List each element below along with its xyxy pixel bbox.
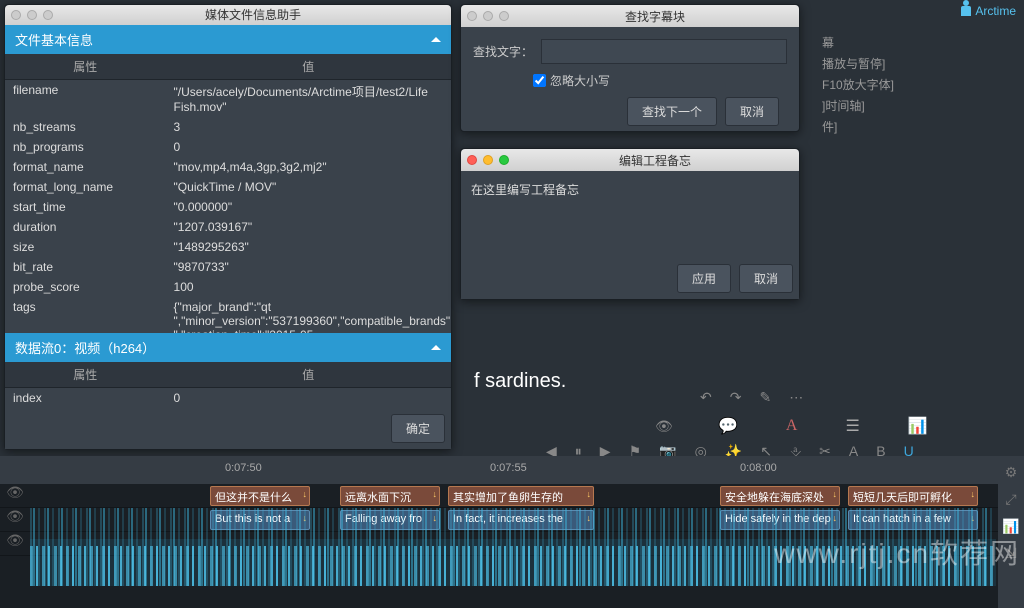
subtitle-clip[interactable]: 其实增加了鱼卵生存的↓: [448, 486, 594, 506]
redo-icon[interactable]: ↶: [700, 389, 712, 406]
table-row: probe_score100: [5, 277, 451, 297]
project-memo-window: 编辑工程备忘 在这里编写工程备忘 应用 取消: [460, 148, 800, 300]
minimize-icon[interactable]: [483, 11, 493, 21]
column-header: 属性 值: [5, 54, 451, 80]
memo-textarea[interactable]: 在这里编写工程备忘: [461, 171, 799, 258]
collapse-icon: [431, 37, 441, 42]
minimize-icon[interactable]: [27, 10, 37, 20]
cancel-button[interactable]: 取消: [725, 97, 779, 126]
table-row: nb_streams3: [5, 117, 451, 137]
titlebar[interactable]: 媒体文件信息助手: [5, 5, 451, 25]
eye-icon[interactable]: 👁: [0, 532, 30, 549]
stats-icon[interactable]: 📊: [908, 416, 928, 436]
property-rows: index0: [5, 388, 451, 408]
property-rows: filename"/Users/acely/Documents/Arctime项…: [5, 80, 451, 333]
collapse-icon[interactable]: ⇲: [1005, 545, 1017, 562]
table-row: duration"1207.039167": [5, 217, 451, 237]
subtitle-preview-text: f sardines.: [474, 370, 566, 393]
search-label: 查找文字：: [473, 43, 533, 60]
minimize-icon[interactable]: [483, 155, 493, 165]
context-menu-fragment: 幕 播放与暂停] F10放大字体] ]时间轴] 件]: [808, 26, 1024, 143]
window-title: 编辑工程备忘: [517, 152, 793, 169]
table-row: tags{"major_brand":"qt ","minor_version"…: [5, 297, 451, 333]
media-info-window: 媒体文件信息助手 文件基本信息 属性 值 filename"/Users/ace…: [4, 4, 452, 450]
subtitle-clip[interactable]: 但这并不是什么↓: [210, 486, 310, 506]
timeline-panel: 0:07:50 0:07:55 0:08:00 👁 但这并不是什么↓ 远离水面下沉…: [0, 456, 1024, 608]
eye-icon[interactable]: 👁: [0, 484, 30, 501]
apply-button[interactable]: 应用: [677, 264, 731, 293]
timeline-side-buttons: ⚙ ⤢ 📊 ⇲: [998, 456, 1024, 608]
more-icon[interactable]: ⋯: [789, 389, 803, 406]
subtitle-clip[interactable]: 短短几天后即可孵化↓: [848, 486, 978, 506]
settings-icon[interactable]: ⚙: [1005, 464, 1018, 481]
titlebar[interactable]: 查找字幕块: [461, 5, 799, 27]
mode-toolbar: 💬 A ☰ 📊: [690, 414, 1018, 438]
collapse-icon: [431, 345, 441, 350]
table-row: index0: [5, 388, 451, 408]
column-header: 属性 值: [5, 362, 451, 388]
subtitle-track-cn[interactable]: 👁 但这并不是什么↓ 远离水面下沉↓ 其实增加了鱼卵生存的↓ 安全地躲在海底深处↓ 短短…: [0, 484, 1024, 508]
close-icon[interactable]: [467, 155, 477, 165]
table-row: format_name"mov,mp4,m4a,3gp,3g2,mj2": [5, 157, 451, 177]
eye-icon[interactable]: 👁: [655, 418, 673, 435]
user-icon: [961, 6, 971, 16]
table-row: filename"/Users/acely/Documents/Arctime项…: [5, 80, 451, 117]
subtitle-clip[interactable]: 安全地躲在海底深处↓: [720, 486, 840, 506]
search-input[interactable]: [541, 39, 787, 64]
time-ruler[interactable]: 0:07:50 0:07:55 0:08:00: [0, 456, 1024, 484]
close-icon[interactable]: [11, 10, 21, 20]
table-row: bit_rate"9870733": [5, 257, 451, 277]
list-icon[interactable]: ☰: [845, 416, 859, 436]
user-badge[interactable]: Arctime: [961, 4, 1016, 18]
ok-button[interactable]: 确定: [391, 414, 445, 443]
section-header-basic[interactable]: 文件基本信息: [5, 25, 451, 54]
table-row: start_time"0.000000": [5, 197, 451, 217]
section-header-stream[interactable]: 数据流0：视频（h264）: [5, 333, 451, 362]
text-style-icon[interactable]: A: [786, 417, 798, 435]
table-row: size"1489295263": [5, 237, 451, 257]
expand-icon[interactable]: ⤢: [1005, 491, 1016, 508]
zoom-icon[interactable]: [499, 11, 509, 21]
subtitle-clip[interactable]: 远离水面下沉↓: [340, 486, 440, 506]
eye-icon[interactable]: 👁: [0, 508, 30, 525]
close-icon[interactable]: [467, 11, 477, 21]
table-row: nb_programs0: [5, 137, 451, 157]
ignore-case-checkbox[interactable]: 忽略大小写: [533, 72, 787, 89]
find-next-button[interactable]: 查找下一个: [627, 97, 717, 126]
undo-icon[interactable]: ↷: [730, 389, 742, 406]
comment-icon[interactable]: 💬: [718, 416, 738, 436]
waveform[interactable]: [30, 508, 996, 586]
history-toolbar: ↶ ↷ ✎ ⋯: [690, 386, 1018, 408]
edit-icon[interactable]: ✎: [759, 389, 771, 406]
table-row: format_long_name"QuickTime / MOV": [5, 177, 451, 197]
window-title: 媒体文件信息助手: [61, 6, 445, 23]
user-label: Arctime: [975, 4, 1016, 18]
zoom-icon[interactable]: [499, 155, 509, 165]
zoom-icon[interactable]: [43, 10, 53, 20]
titlebar[interactable]: 编辑工程备忘: [461, 149, 799, 171]
levels-icon[interactable]: 📊: [1002, 518, 1019, 535]
cancel-button[interactable]: 取消: [739, 264, 793, 293]
search-subtitle-window: 查找字幕块 查找文字： 忽略大小写 查找下一个 取消: [460, 4, 800, 132]
window-title: 查找字幕块: [517, 8, 793, 25]
